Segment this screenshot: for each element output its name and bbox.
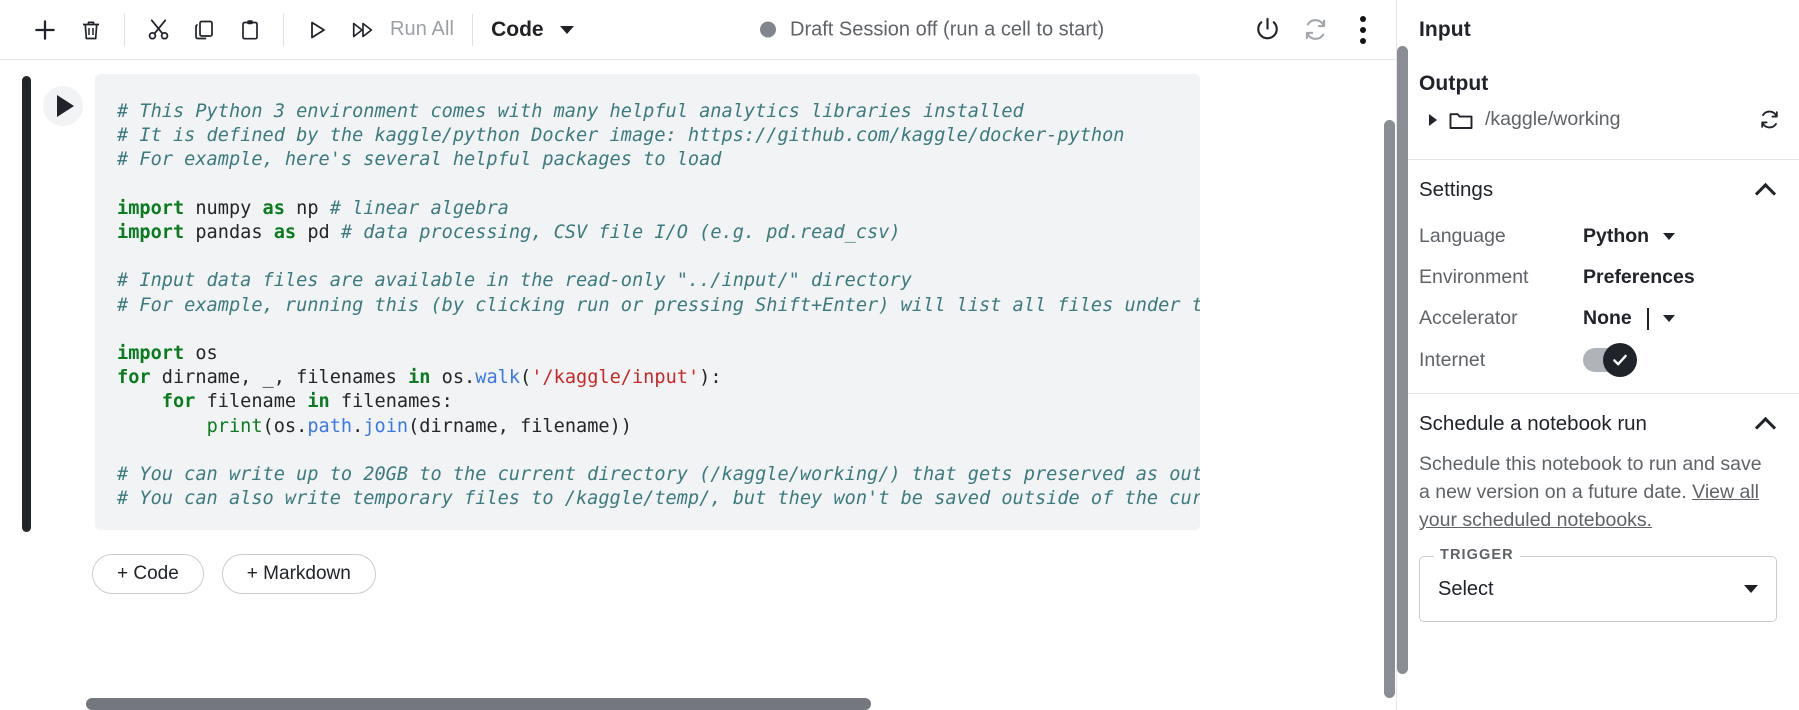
paste-cell-button[interactable]	[227, 7, 273, 53]
kebab-menu-icon	[1360, 15, 1366, 44]
setting-row-environment: Environment Preferences	[1397, 257, 1799, 298]
internet-label: Internet	[1419, 348, 1486, 371]
editor-pane: Run All Code Draft Session off (run a ce…	[0, 0, 1396, 710]
toolbar-divider-2	[283, 13, 284, 46]
setting-row-language: Language Python	[1397, 216, 1799, 257]
environment-value: Preferences	[1583, 266, 1695, 288]
toggle-knob	[1603, 343, 1637, 377]
session-status-label: Draft Session off (run a cell to start)	[790, 18, 1105, 40]
session-status-dot	[760, 21, 776, 38]
code-horizontal-scroll-thumb[interactable]	[86, 698, 871, 710]
notebook-toolbar: Run All Code Draft Session off (run a ce…	[0, 0, 1396, 60]
output-section: Output	[1397, 42, 1799, 96]
clipboard-icon	[242, 19, 258, 40]
output-section-title: Output	[1419, 72, 1489, 95]
check-icon	[1613, 354, 1627, 366]
language-value: Python	[1583, 225, 1650, 247]
cell-type-dropdown[interactable]: Code	[491, 18, 574, 42]
fast-forward-icon	[352, 22, 373, 37]
schedule-title: Schedule a notebook run	[1419, 412, 1647, 435]
add-code-cell-button[interactable]: + Code	[92, 554, 204, 594]
add-cell-button[interactable]	[22, 7, 68, 53]
trigger-legend: TRIGGER	[1434, 547, 1520, 563]
chevron-down-icon	[1744, 585, 1758, 593]
setting-row-accelerator: Accelerator None	[1397, 298, 1799, 339]
power-icon	[1256, 17, 1278, 40]
add-markdown-cell-button[interactable]: + Markdown	[221, 554, 376, 594]
internet-toggle[interactable]	[1583, 343, 1637, 377]
more-options-button[interactable]	[1340, 7, 1386, 53]
chevron-down-icon	[1663, 233, 1676, 240]
setting-row-internet: Internet	[1397, 339, 1799, 381]
schedule-section-header[interactable]: Schedule a notebook run	[1397, 394, 1799, 450]
refresh-output-icon[interactable]	[1758, 108, 1781, 131]
chevron-down-icon	[559, 25, 574, 34]
folder-icon	[1449, 112, 1473, 129]
notebook-vertical-scrollbar[interactable]	[1382, 120, 1396, 710]
play-icon	[56, 95, 74, 117]
run-cell-button[interactable]	[294, 7, 340, 53]
text-cursor	[1646, 307, 1649, 330]
trash-icon	[83, 20, 99, 39]
add-code-cell-label: + Code	[117, 563, 179, 584]
toolbar-right-actions	[1244, 7, 1386, 53]
cell-gutter	[31, 74, 95, 126]
chevron-right-icon[interactable]	[1429, 113, 1437, 126]
cell-type-label: Code	[491, 17, 544, 41]
cell-run-button[interactable]	[43, 86, 83, 126]
copy-icon	[195, 20, 213, 39]
add-markdown-cell-label: + Markdown	[246, 563, 351, 584]
chevron-down-icon	[1662, 315, 1675, 322]
play-icon	[311, 21, 325, 38]
refresh-icon	[1305, 19, 1325, 40]
accelerator-dropdown[interactable]: None	[1583, 307, 1675, 330]
run-all-label[interactable]: Run All	[390, 18, 454, 41]
language-dropdown[interactable]: Python	[1583, 225, 1676, 248]
code-horizontal-scrollbar[interactable]	[86, 698, 1194, 710]
settings-section-header[interactable]: Settings	[1397, 160, 1799, 216]
output-folder-path: /kaggle/working	[1485, 108, 1621, 130]
accelerator-value: None	[1583, 307, 1632, 329]
environment-label: Environment	[1419, 266, 1529, 288]
notebook-body: # This Python 3 environment comes with m…	[0, 60, 1396, 710]
code-editor[interactable]: # This Python 3 environment comes with m…	[95, 74, 1200, 530]
input-section: Input	[1397, 0, 1799, 42]
chevron-up-icon[interactable]	[1754, 416, 1777, 438]
add-cell-row: + Code + Markdown	[92, 554, 1396, 594]
language-label: Language	[1419, 225, 1506, 247]
delete-cell-button[interactable]	[68, 7, 114, 53]
plus-icon	[35, 19, 55, 40]
notebook-sidebar: Input Output /kaggle/working Settings La…	[1396, 0, 1799, 710]
environment-preferences-link[interactable]: Preferences	[1583, 266, 1695, 289]
trigger-value: Select	[1438, 577, 1494, 600]
cut-cell-button[interactable]	[135, 7, 181, 53]
output-folder-row[interactable]: /kaggle/working	[1397, 96, 1799, 143]
session-status: Draft Session off (run a cell to start)	[760, 18, 1104, 41]
scissors-icon	[148, 19, 168, 40]
restart-session-button[interactable]	[1292, 7, 1338, 53]
input-section-title: Input	[1419, 18, 1471, 41]
accelerator-label: Accelerator	[1419, 307, 1518, 329]
run-all-button[interactable]	[340, 7, 386, 53]
kaggle-notebook-editor: Run All Code Draft Session off (run a ce…	[0, 0, 1799, 710]
sidebar-scroll-thumb[interactable]	[1397, 46, 1408, 674]
copy-cell-button[interactable]	[181, 7, 227, 53]
settings-title: Settings	[1419, 178, 1494, 201]
code-cell: # This Python 3 environment comes with m…	[0, 74, 1396, 532]
toolbar-divider-3	[472, 13, 474, 46]
power-button[interactable]	[1244, 7, 1290, 53]
trigger-select[interactable]: TRIGGER Select	[1419, 547, 1777, 622]
chevron-up-icon[interactable]	[1754, 182, 1777, 204]
toolbar-divider	[124, 13, 125, 46]
notebook-vertical-scroll-thumb[interactable]	[1384, 120, 1395, 698]
schedule-description: Schedule this notebook to run and save a…	[1397, 450, 1799, 534]
code-content[interactable]: # This Python 3 environment comes with m…	[95, 74, 1200, 511]
active-cell-marker	[22, 76, 31, 532]
